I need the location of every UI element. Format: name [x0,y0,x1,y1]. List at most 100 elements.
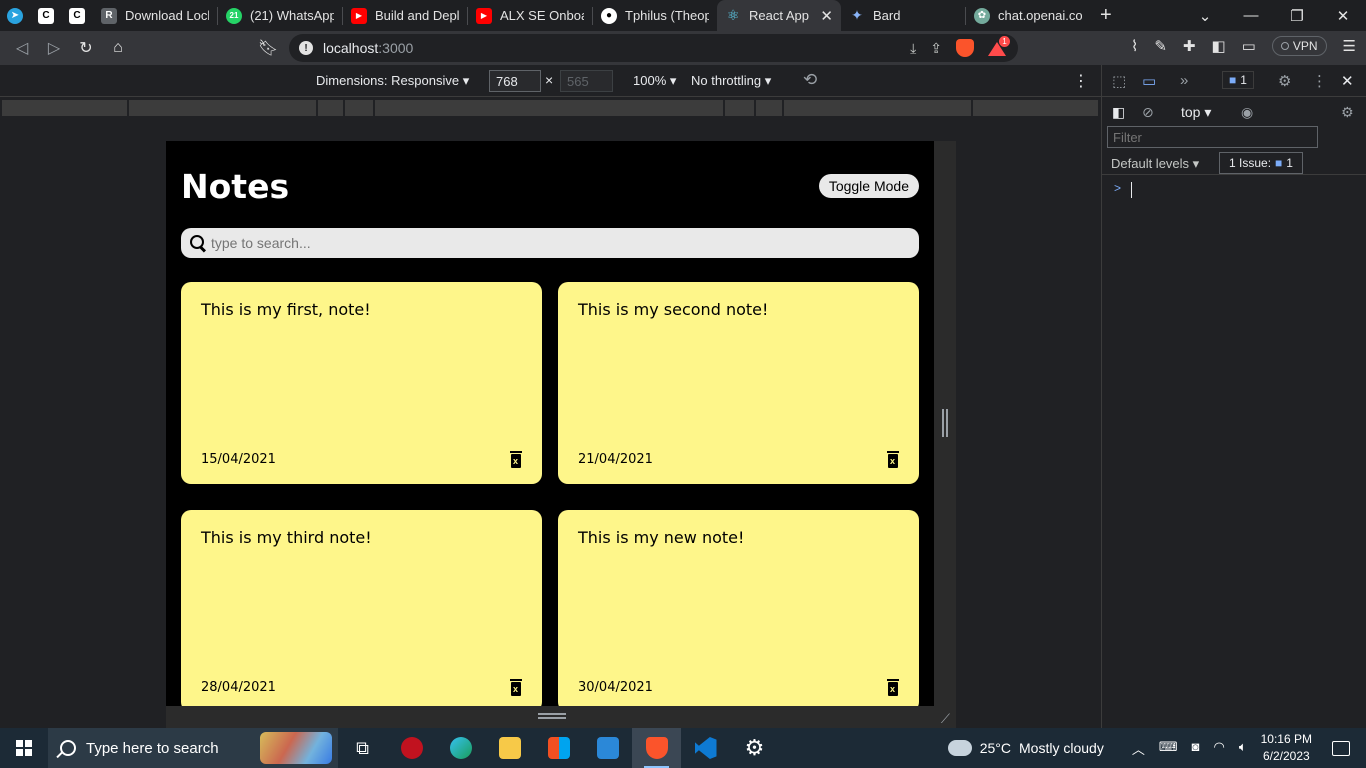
tab-telegram[interactable]: ➤ [0,0,31,31]
tab-c-1[interactable]: C [31,0,62,31]
log-levels-dropdown[interactable]: Default levels ▾ [1111,156,1199,172]
taskbar-app-vscode[interactable] [681,728,730,768]
tab-search-icon[interactable]: ⌄ [1182,7,1228,25]
dimensions-dropdown[interactable]: Dimensions: Responsive ▾ [316,73,469,89]
clear-console-icon[interactable]: ⊘ [1142,104,1154,121]
taskbar-app-mail[interactable] [583,728,632,768]
settings-icon[interactable]: ⚙ [1278,72,1291,90]
menu-icon[interactable]: ☰ [1343,37,1356,55]
taskbar-app-store[interactable] [534,728,583,768]
tab-c-2[interactable]: C [62,0,93,31]
react-icon: ⚛ [726,7,740,23]
more-tabs-icon[interactable]: » [1180,72,1188,89]
viewport-resize-handle-bottom[interactable]: ⟋ [166,706,956,728]
close-devtools-icon[interactable]: ✕ [1341,72,1354,90]
taskbar-search[interactable]: Type here to search [48,728,338,768]
live-expression-icon[interactable]: ◉ [1241,104,1253,121]
start-button[interactable] [0,728,48,768]
close-tab-icon[interactable]: ✕ [812,7,833,25]
more-options-icon[interactable]: ⋮ [1073,71,1089,91]
close-window-button[interactable]: ✕ [1320,7,1366,25]
tab-chatgpt[interactable]: ✿chat.openai.com [966,0,1090,31]
sidebar-toggle-icon[interactable]: ◧ [1112,104,1125,121]
home-icon[interactable]: ⌂ [102,39,134,57]
openai-icon: ✿ [974,7,990,24]
install-app-icon[interactable]: ⤓ [910,40,916,57]
delete-icon[interactable]: x [887,679,899,696]
new-tab-button[interactable]: + [1090,0,1126,31]
browser-tab-strip: ➤ C C RDownload LockD 21(21) WhatsApp ▶B… [0,0,1366,31]
issues-button[interactable]: 1 Issue: ■ 1 [1219,152,1303,174]
device-toolbar-icon[interactable]: ▭ [1142,72,1156,90]
search-input[interactable] [211,235,911,251]
throttling-dropdown[interactable]: No throttling ▾ [691,73,771,89]
tab-alx-onboarding[interactable]: ▶ALX SE Onboardi [468,0,592,31]
taskbar-app-settings[interactable]: ⚙ [730,728,779,768]
toolbar-right: ⌇ ✎ ✚ ◧ ▭ VPN ☰ [1131,36,1356,56]
chevron-up-icon[interactable]: ︿ [1132,739,1145,758]
brave-shields-icon[interactable] [956,39,974,57]
address-bar[interactable]: ! localhost:3000 ⤓ ⇪ 1 [289,34,1018,62]
devtools-menu-icon[interactable]: ⋮ [1312,72,1327,90]
restore-button[interactable]: ❐ [1274,7,1320,25]
share-icon[interactable]: ⇪ [930,40,942,57]
tab-build-and-deploy[interactable]: ▶Build and Deploy [343,0,467,31]
notifications-icon[interactable] [1332,740,1350,756]
wallet-icon[interactable]: ▭ [1242,37,1256,55]
zoom-dropdown[interactable]: 100% ▾ [633,73,676,89]
minimize-button[interactable]: — [1228,7,1274,24]
weather-widget[interactable]: 25°C Mostly cloudy [947,734,1104,756]
pen-icon[interactable]: ✎ [1154,37,1167,55]
note-text: This is my second note! [578,300,769,319]
tab-github[interactable]: ●Tphilus (Theophi [593,0,717,31]
bookmark-icon[interactable]: 🔖︎ [252,38,284,58]
tab-download-lockd[interactable]: RDownload LockD [93,0,217,31]
task-view-button[interactable]: ⧉ [338,728,387,768]
note-date: 28/04/2021 [201,680,276,695]
forward-icon[interactable]: ▷ [38,38,70,58]
taskbar-app-brave[interactable] [632,728,681,768]
console-prompt-icon: > [1114,181,1122,195]
delete-icon[interactable]: x [510,679,522,696]
tab-whatsapp[interactable]: 21 (21) WhatsApp [218,0,342,31]
extensions-icon[interactable]: ✚ [1183,37,1196,55]
context-selector[interactable]: top ▾ [1181,104,1211,121]
inspect-element-icon[interactable]: ⬚ [1112,72,1126,90]
console-settings-icon[interactable]: ⚙ [1341,104,1354,121]
tab-bard[interactable]: ✦ Bard [841,0,965,31]
taskbar-app-explorer[interactable] [485,728,534,768]
brave-rewards-icon[interactable]: 1 [988,36,1010,56]
note-text: This is my new note! [578,528,745,547]
issues-counter[interactable]: ■ 1 [1222,71,1254,89]
page-title: Notes [181,166,290,206]
height-input[interactable]: 565 [560,70,613,92]
input-method-icon[interactable]: ⌨ [1159,739,1178,758]
note-card: This is my new note! 30/04/2021 x [558,510,919,706]
viewport-resize-handle-right[interactable] [934,141,956,706]
camera-icon[interactable]: ◙ [1192,739,1200,758]
reload-icon[interactable]: ↻ [70,38,102,58]
volume-icon[interactable]: 🔈︎ [1239,739,1247,758]
tab-react-app[interactable]: ⚛ React App ✕ [717,0,841,31]
console-filter-input[interactable] [1107,126,1318,148]
rotate-icon[interactable]: ⟲ [803,70,817,90]
taskbar-app-edge[interactable] [436,728,485,768]
console-toolbar: ◧ ⊘ top ▾ ◉ ⚙ [1102,98,1366,126]
resize-corner-icon[interactable]: ⟋ [941,711,950,727]
back-icon[interactable]: ◁ [6,38,38,58]
taskbar-app-game[interactable] [387,728,436,768]
vpn-button[interactable]: VPN [1271,36,1327,56]
clock[interactable]: 10:16 PM 6/2/2023 [1261,731,1312,765]
wifi-icon[interactable]: ◠ [1213,739,1224,758]
width-input[interactable]: 768 [489,70,541,92]
delete-icon[interactable]: x [887,451,899,468]
note-text: This is my third note! [201,528,372,547]
dropper-icon[interactable]: ⌇ [1131,37,1138,55]
telegram-icon: ➤ [7,7,23,24]
delete-icon[interactable]: x [510,451,522,468]
site-info-icon[interactable]: ! [299,41,313,55]
toggle-mode-button[interactable]: Toggle Mode [818,174,919,198]
sidebar-icon[interactable]: ◧ [1211,37,1225,55]
console-input[interactable] [1131,182,1132,198]
media-query-bar[interactable] [0,98,1101,116]
